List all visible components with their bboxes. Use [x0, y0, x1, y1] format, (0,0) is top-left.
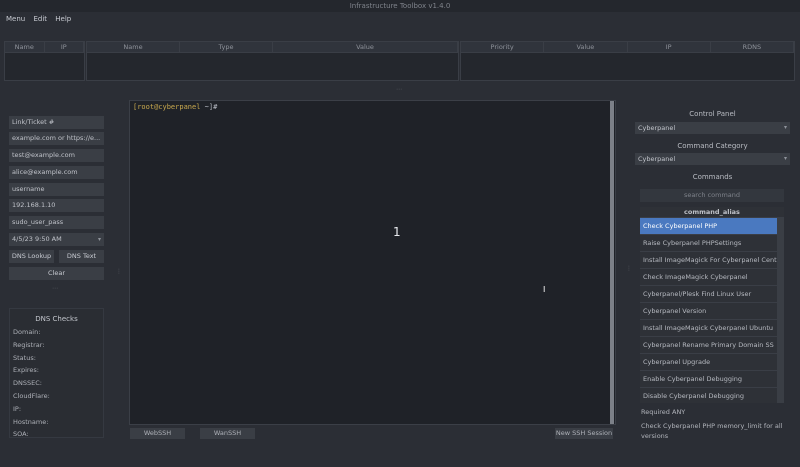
- tab-webssh[interactable]: WebSSH: [130, 428, 185, 439]
- control-panel-label: Control Panel: [689, 110, 736, 118]
- menu-item-menu[interactable]: Menu: [6, 12, 25, 26]
- domain-input[interactable]: example.com or https://e...: [9, 132, 104, 145]
- terminal-view[interactable]: [root@cyberpanel ~]# 1 I: [129, 100, 616, 425]
- column-header-name[interactable]: Name: [87, 42, 180, 52]
- menu-item-edit[interactable]: Edit: [33, 12, 47, 26]
- dns-check-dnssec: DNSSEC:: [13, 379, 42, 388]
- alt-email-input[interactable]: alice@example.com: [9, 166, 104, 179]
- command-item[interactable]: Cyberpanel Version: [640, 303, 777, 320]
- command-item[interactable]: Cyberpanel Rename Primary Domain SS: [640, 337, 777, 354]
- text-cursor-icon: I: [543, 285, 546, 294]
- dns-check-expires: Expires:: [13, 366, 39, 375]
- datetime-input[interactable]: 4/5/23 9:50 AM ▾: [9, 233, 104, 246]
- command-item[interactable]: Raise Cyberpanel PHPSettings: [640, 235, 777, 252]
- column-header-ip[interactable]: IP: [628, 42, 711, 52]
- username-input[interactable]: username: [9, 183, 104, 196]
- prompt-rest: ~]#: [200, 103, 218, 111]
- dns-lookup-button[interactable]: DNS Lookup: [9, 250, 54, 263]
- tab-wanssh[interactable]: WanSSH: [200, 428, 255, 439]
- splitter-handle[interactable]: ⋮: [626, 265, 632, 272]
- chevron-down-icon[interactable]: ▾: [98, 233, 101, 246]
- datetime-value: 4/5/23 9:50 AM: [12, 235, 62, 243]
- column-header-type[interactable]: Type: [180, 42, 273, 52]
- splitter-handle[interactable]: ⋮: [116, 268, 122, 275]
- control-panel-value: Cyberpanel: [638, 124, 676, 132]
- terminal-session-number: 1: [393, 225, 401, 239]
- column-header-name[interactable]: Name: [5, 42, 45, 52]
- commands-label: Commands: [692, 173, 733, 181]
- column-header-value[interactable]: Value: [544, 42, 628, 52]
- column-header-priority[interactable]: Priority: [461, 42, 545, 52]
- prompt-user: [root@cyberpanel: [133, 103, 201, 111]
- ip-input[interactable]: 192.168.1.10: [9, 199, 104, 212]
- hosts-table[interactable]: Name IP: [4, 41, 85, 81]
- column-header-ip[interactable]: IP: [45, 42, 84, 52]
- dns-checks-panel: DNS Checks Domain: Registrar: Status: Ex…: [9, 308, 104, 438]
- dns-check-ip: IP:: [13, 404, 22, 413]
- dns-check-domain: Domain:: [13, 328, 41, 336]
- command-list-scrollbar[interactable]: [777, 218, 784, 403]
- email-input[interactable]: test@example.com: [9, 149, 104, 162]
- splitter-handle[interactable]: ⋯: [396, 86, 402, 93]
- command-item[interactable]: Install ImageMagick Cyberpanel Ubuntu: [640, 320, 777, 337]
- command-search-input[interactable]: search command: [640, 189, 784, 202]
- command-item[interactable]: Disable Cyberpanel Debugging: [640, 388, 777, 403]
- clear-button[interactable]: Clear: [9, 267, 104, 280]
- column-header-value[interactable]: Value: [273, 42, 458, 52]
- command-item[interactable]: Install ImageMagick For Cyberpanel Cent: [640, 252, 777, 269]
- command-item[interactable]: Check Cyberpanel PHP: [640, 218, 777, 235]
- menu-bar: Menu Edit Help: [0, 12, 800, 26]
- dns-check-soa: SOA:: [13, 430, 29, 439]
- new-ssh-session-button[interactable]: New SSH Session: [555, 428, 613, 439]
- password-input[interactable]: sudo_user_pass: [9, 216, 104, 229]
- command-item[interactable]: Cyberpanel Upgrade: [640, 354, 777, 371]
- command-item[interactable]: Cyberpanel/Plesk Find Linux User: [640, 286, 777, 303]
- dns-text-button[interactable]: DNS Text: [59, 250, 104, 263]
- terminal-prompt: [root@cyberpanel ~]#: [133, 103, 217, 111]
- splitter-handle[interactable]: ⋯: [52, 285, 58, 292]
- command-list-header[interactable]: command_alias: [640, 207, 784, 218]
- command-description: Check Cyberpanel PHP memory_limit for al…: [641, 422, 783, 440]
- command-category-select[interactable]: Cyberpanel ▾: [635, 153, 790, 165]
- dns-check-registrar: Registrar:: [13, 340, 45, 349]
- terminal-scrollbar[interactable]: [610, 101, 614, 424]
- window-title: Infrastructure Toolbox v1.4.0: [0, 0, 800, 12]
- dns-records-table[interactable]: Name Type Value: [86, 41, 459, 81]
- menu-item-help[interactable]: Help: [55, 12, 71, 26]
- command-item[interactable]: Check ImageMagick Cyberpanel: [640, 269, 777, 286]
- command-category-value: Cyberpanel: [638, 155, 676, 163]
- ticket-input[interactable]: Link/Ticket #: [9, 116, 104, 129]
- chevron-down-icon: ▾: [783, 155, 787, 162]
- column-header-rdns[interactable]: RDNS: [711, 42, 794, 52]
- mx-records-table[interactable]: Priority Value IP RDNS: [460, 41, 795, 81]
- dns-check-hostname: Hostname:: [13, 417, 49, 426]
- chevron-down-icon: ▾: [783, 124, 787, 131]
- dns-checks-title: DNS Checks: [35, 315, 78, 323]
- control-panel-select[interactable]: Cyberpanel ▾: [635, 122, 790, 134]
- dns-check-cloudflare: CloudFlare:: [13, 391, 50, 400]
- command-list[interactable]: command_alias Check Cyberpanel PHP Raise…: [640, 207, 784, 403]
- dns-check-status: Status:: [13, 353, 36, 362]
- command-item[interactable]: Enable Cyberpanel Debugging: [640, 371, 777, 388]
- command-category-label: Command Category: [677, 142, 748, 150]
- required-label: Required ANY: [641, 408, 686, 416]
